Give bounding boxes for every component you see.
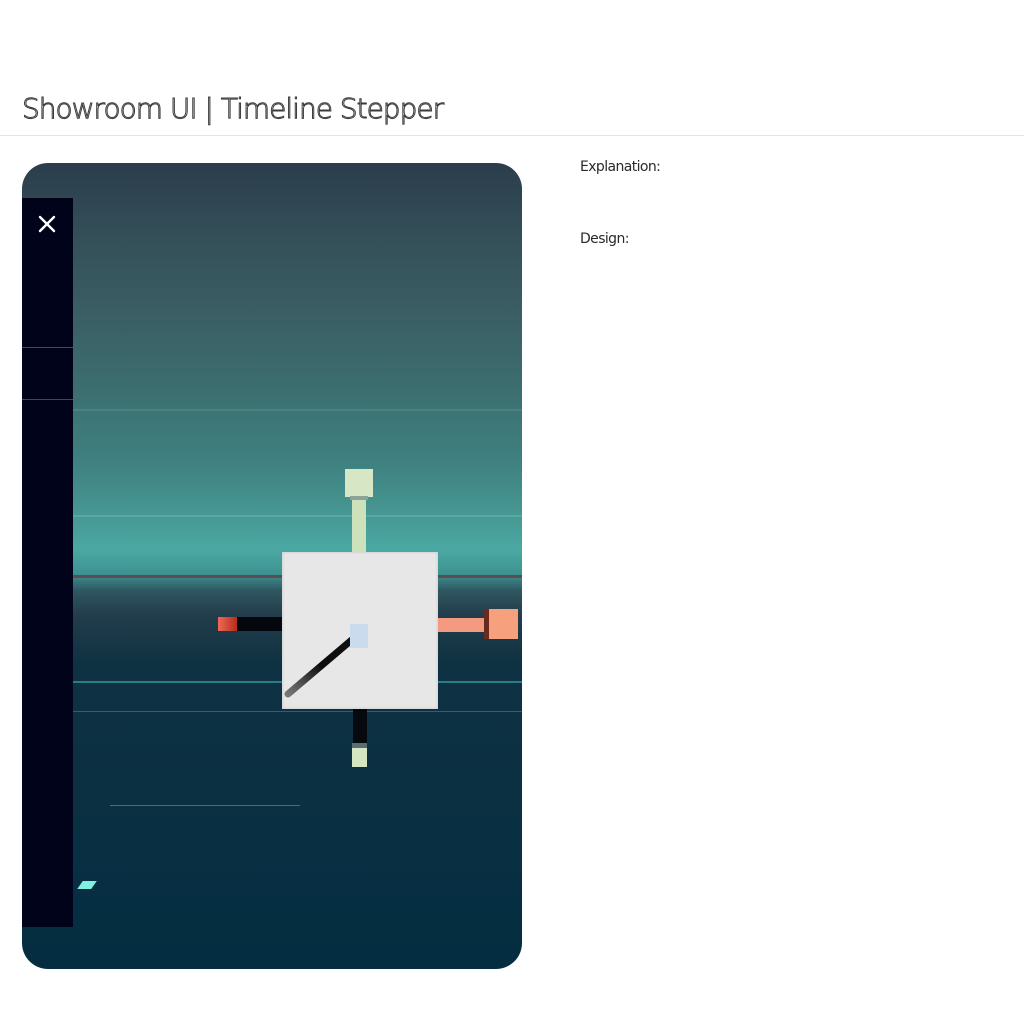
stepper-connector-left bbox=[237, 617, 283, 631]
page-header: Showroom UI | Timeline Stepper bbox=[0, 0, 1024, 136]
stepper-node-bottom[interactable] bbox=[352, 743, 367, 767]
stepper-node-top[interactable] bbox=[345, 469, 373, 500]
stepper-node-left[interactable] bbox=[218, 617, 237, 631]
dial-handle[interactable] bbox=[350, 624, 368, 648]
component-preview bbox=[22, 163, 522, 969]
stepper-connector-right bbox=[437, 618, 487, 632]
design-label: Design: bbox=[580, 231, 629, 247]
stepper-node-right[interactable] bbox=[484, 609, 518, 639]
explanation-label: Explanation: bbox=[580, 159, 661, 175]
timeline-stepper bbox=[22, 163, 522, 969]
stepper-center-card[interactable] bbox=[282, 552, 438, 709]
stepper-connector-bottom bbox=[353, 709, 367, 745]
stepper-connector-top bbox=[352, 499, 366, 553]
page-title: Showroom UI | Timeline Stepper bbox=[21, 92, 444, 126]
